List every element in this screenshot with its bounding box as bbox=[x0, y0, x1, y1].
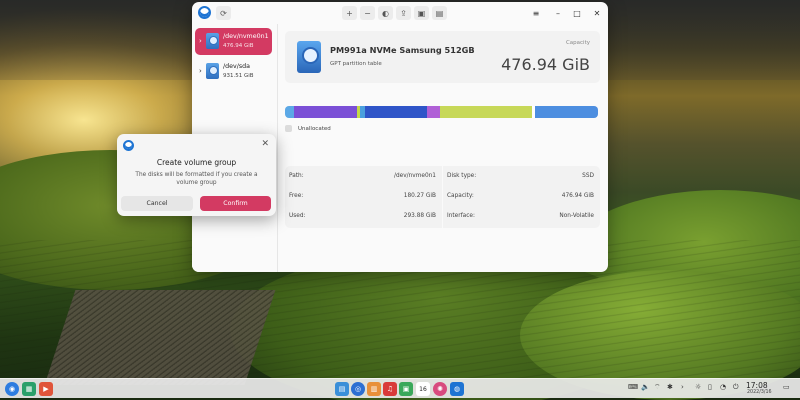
info-disk-type: Disk type: SSD bbox=[443, 167, 600, 187]
info-path: Path: /dev/nvme0n1 bbox=[285, 167, 442, 187]
info-used: Used: 293.88 GiB bbox=[285, 207, 442, 227]
capacity-label: Capacity bbox=[565, 40, 590, 46]
chevron-right-icon: › bbox=[199, 37, 202, 45]
info-label: Interface: bbox=[447, 213, 475, 219]
volume-icon[interactable]: 🔈 bbox=[641, 383, 650, 391]
clock-time[interactable]: 17:08 bbox=[746, 381, 768, 390]
partition-icon[interactable]: ◐ bbox=[378, 6, 393, 20]
titlebar: ⟳ + − ◐ ⇪ ▣ ▤ ≡ – □ ✕ bbox=[192, 2, 608, 24]
dialog-message: The disks will be formatted if you creat… bbox=[135, 172, 258, 186]
night-mode-icon[interactable]: ☼ bbox=[695, 383, 701, 391]
create-volume-group-dialog: ✕ Create volume group The disks will be … bbox=[117, 134, 276, 216]
disk-icon bbox=[206, 63, 219, 79]
partition-segment[interactable] bbox=[285, 106, 295, 118]
info-value: /dev/nvme0n1 bbox=[394, 173, 436, 179]
sidebar-item-nvme0n1[interactable]: › /dev/nvme0n1 476.94 GiB bbox=[195, 28, 272, 55]
sidebar-item-sda[interactable]: › /dev/sda 931.51 GiB bbox=[195, 58, 272, 85]
chevron-right-icon: › bbox=[199, 67, 202, 75]
partition-segment[interactable] bbox=[294, 106, 357, 118]
lock-icon[interactable]: ▣ bbox=[414, 6, 429, 20]
info-label: Free: bbox=[289, 193, 304, 199]
disk-header-card: PM991a NVMe Samsung 512GB GPT partition … bbox=[285, 31, 600, 83]
partition-legend: Unallocated bbox=[285, 125, 331, 132]
partition-segment[interactable] bbox=[427, 106, 440, 118]
partition-segment[interactable] bbox=[535, 106, 598, 118]
assistant-icon[interactable]: ◔ bbox=[720, 383, 726, 391]
plus-icon[interactable]: + bbox=[342, 6, 357, 20]
browser-icon[interactable]: ◎ bbox=[351, 382, 365, 396]
info-free: Free: 180.27 GiB bbox=[285, 187, 442, 207]
screenshot-icon[interactable]: ▶ bbox=[39, 382, 53, 396]
info-value: Non-Volatile bbox=[559, 213, 594, 219]
launcher-icon[interactable]: ◉ bbox=[5, 382, 19, 396]
partition-bar[interactable] bbox=[285, 106, 598, 118]
upload-icon[interactable]: ⇪ bbox=[396, 6, 411, 20]
maximize-icon[interactable]: □ bbox=[570, 6, 584, 20]
keyboard-icon[interactable]: ⌨ bbox=[628, 383, 638, 391]
file-manager-icon[interactable]: ▤ bbox=[335, 382, 349, 396]
info-interface: Interface: Non-Volatile bbox=[443, 207, 600, 227]
confirm-button[interactable]: Confirm bbox=[200, 196, 271, 211]
info-value: SSD bbox=[582, 173, 594, 179]
photos-icon[interactable]: ▣ bbox=[399, 382, 413, 396]
menu-icon[interactable]: ≡ bbox=[529, 6, 543, 20]
wifi-icon[interactable]: ⌔ bbox=[654, 383, 661, 392]
minus-icon[interactable]: − bbox=[360, 6, 375, 20]
show-desktop-icon[interactable]: ▭ bbox=[783, 383, 790, 391]
dialog-close-icon[interactable]: ✕ bbox=[261, 139, 269, 149]
minimize-icon[interactable]: – bbox=[551, 6, 565, 20]
disk-model: PM991a NVMe Samsung 512GB bbox=[330, 45, 475, 55]
info-value: 180.27 GiB bbox=[403, 193, 436, 199]
dialog-title: Create volume group bbox=[156, 158, 237, 167]
close-icon[interactable]: ✕ bbox=[590, 6, 604, 20]
info-label: Capacity: bbox=[447, 193, 474, 199]
info-value: 476.94 GiB bbox=[561, 193, 594, 199]
multitask-view-icon[interactable]: ▦ bbox=[22, 382, 36, 396]
dialog-app-icon bbox=[123, 140, 134, 151]
partition-segment[interactable] bbox=[364, 106, 428, 118]
info-label: Path: bbox=[289, 173, 304, 179]
info-capacity: Capacity: 476.94 GiB bbox=[443, 187, 600, 207]
info-value: 293.88 GiB bbox=[403, 213, 436, 219]
info-label: Used: bbox=[289, 213, 306, 219]
app-logo-icon bbox=[198, 6, 211, 19]
tray-expand-icon[interactable]: › bbox=[681, 383, 684, 391]
disk-info-card: Path: /dev/nvme0n1 Disk type: SSD Free: … bbox=[285, 166, 600, 228]
disk-large-icon bbox=[297, 41, 321, 73]
music-icon[interactable]: ♫ bbox=[383, 382, 397, 396]
taskbar: ◉ ▦ ▶ ▤ ◎ ▥ ♫ ▣ 16 ✺ ◍ ⌨ 🔈 ⌔ ✱ › ☼ ▯ ◔ ⏻… bbox=[0, 378, 800, 398]
clock-date[interactable]: 2022/3/16 bbox=[747, 390, 772, 395]
disk-size: 931.51 GiB bbox=[223, 73, 254, 79]
disk-details: PM991a NVMe Samsung 512GB GPT partition … bbox=[278, 24, 608, 272]
refresh-icon[interactable]: ⟳ bbox=[216, 6, 231, 20]
partition-segment[interactable] bbox=[439, 106, 533, 118]
cancel-button[interactable]: Cancel bbox=[121, 196, 193, 211]
disk-size: 476.94 GiB bbox=[223, 43, 254, 49]
notification-icon[interactable]: ▯ bbox=[708, 383, 712, 391]
legend-label: Unallocated bbox=[298, 125, 331, 132]
calendar-icon[interactable]: 16 bbox=[416, 382, 430, 396]
partition-table-type: GPT partition table bbox=[330, 61, 382, 67]
bluetooth-icon[interactable]: ✱ bbox=[667, 383, 673, 391]
disk-utility-icon[interactable]: ◍ bbox=[450, 382, 464, 396]
power-icon[interactable]: ⏻ bbox=[733, 383, 739, 392]
capacity-value: 476.94 GiB bbox=[501, 55, 590, 74]
wallpaper-roof bbox=[44, 290, 276, 385]
disk-icon bbox=[206, 33, 219, 49]
disk-name: /dev/sda bbox=[223, 63, 250, 70]
disk-name: /dev/nvme0n1 bbox=[223, 33, 269, 40]
app-store-icon[interactable]: ▥ bbox=[367, 382, 381, 396]
settings-icon[interactable]: ✺ bbox=[433, 382, 447, 396]
format-icon[interactable]: ▤ bbox=[432, 6, 447, 20]
unallocated-swatch bbox=[285, 125, 292, 132]
info-label: Disk type: bbox=[447, 173, 477, 179]
